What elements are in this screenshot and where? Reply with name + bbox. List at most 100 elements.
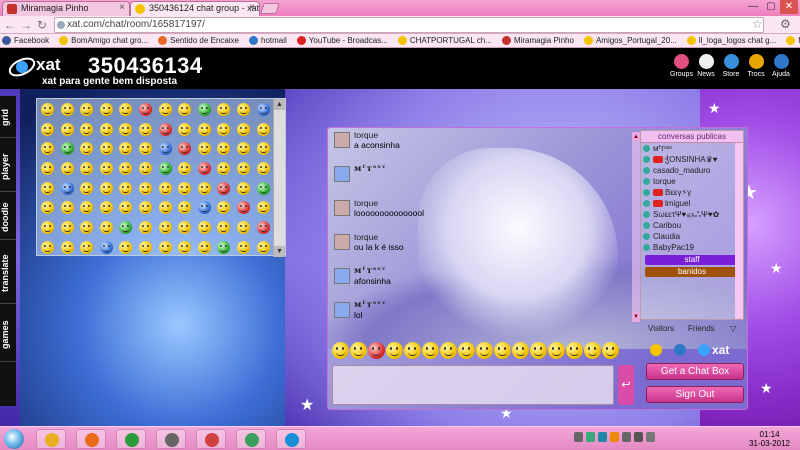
smiley-icon[interactable] — [217, 103, 231, 116]
xat-top-ajuda[interactable]: Ajuda — [770, 54, 792, 78]
emoticon-icon[interactable] — [368, 341, 385, 359]
smiley-icon[interactable] — [119, 162, 133, 176]
visitor-item[interactable]: SωεετΨ♥ஞஃΨ♥✿ — [641, 209, 743, 220]
user-avatar[interactable] — [334, 268, 350, 284]
smiley-icon[interactable] — [256, 142, 270, 156]
side-tab-grid[interactable]: grid — [0, 98, 16, 138]
emoticon-icon[interactable] — [476, 341, 493, 359]
smiley-icon[interactable] — [158, 162, 172, 176]
smiley-icon[interactable] — [80, 181, 94, 195]
smiley-icon[interactable] — [60, 240, 74, 254]
smiley-icon[interactable] — [60, 221, 74, 235]
smiley-icon[interactable] — [99, 201, 113, 215]
smiley-icon[interactable] — [197, 201, 211, 215]
emoticon-icon[interactable] — [566, 341, 583, 359]
user-avatar[interactable] — [334, 302, 350, 318]
browser-tab-gmail[interactable]: Miramagia Pinho × — [2, 1, 130, 16]
bookmark-item[interactable]: família — [786, 36, 800, 45]
smiley-icon[interactable] — [80, 122, 94, 136]
smiley-icon[interactable] — [217, 201, 231, 215]
smiley-icon[interactable] — [60, 201, 74, 215]
smiley-icon[interactable] — [41, 181, 54, 195]
back-button[interactable]: ← — [2, 17, 18, 33]
smiley-icon[interactable] — [236, 201, 250, 215]
smiley-icon[interactable] — [80, 221, 94, 235]
smiley-icon[interactable] — [158, 240, 172, 254]
smiley-icon[interactable] — [197, 181, 211, 195]
tray-icon[interactable] — [598, 432, 607, 442]
maximize-button[interactable]: ▢ — [762, 0, 780, 14]
visitor-section-staff[interactable]: staff — [645, 255, 739, 265]
bookmark-item[interactable]: YouTube - Broadcas... — [296, 36, 388, 45]
emoticon-icon[interactable] — [350, 341, 367, 359]
help-icon[interactable] — [674, 344, 686, 356]
send-button[interactable]: ↩ — [618, 365, 634, 405]
browser-tab-xat[interactable]: 350436124 chat group - xat × — [130, 1, 260, 16]
emoticon-icon[interactable] — [512, 341, 529, 359]
smiley-icon[interactable] — [197, 221, 211, 235]
smiley-icon[interactable] — [99, 181, 113, 195]
smiley-icon[interactable] — [178, 103, 192, 116]
message-author[interactable]: torque — [354, 130, 632, 140]
tray-icon[interactable] — [574, 432, 583, 442]
visitor-item[interactable]: BabyPac19 — [641, 242, 743, 253]
smiley-icon[interactable] — [178, 181, 192, 195]
smiley-icon[interactable] — [99, 162, 113, 176]
smiley-icon[interactable] — [197, 240, 211, 254]
smiley-icon[interactable] — [197, 122, 211, 136]
message-author[interactable]: ᴍᶠᴛˢˢᵛ — [354, 300, 632, 310]
tray-icon[interactable] — [634, 432, 643, 442]
user-avatar[interactable] — [334, 200, 350, 216]
message-scrollbar[interactable]: ▲ ▼ — [632, 132, 640, 322]
start-button[interactable] — [4, 429, 24, 449]
user-avatar[interactable] — [334, 166, 350, 182]
xat-top-groups[interactable]: Groups — [670, 54, 693, 78]
message-author[interactable]: ᴍᶠᴛˢˢᵛ — [354, 164, 632, 174]
sign-out-button[interactable]: Sign Out — [646, 386, 744, 403]
smiley-icon[interactable] — [178, 240, 192, 254]
taskbar-app-paint[interactable] — [196, 429, 226, 449]
smiley-icon[interactable] — [99, 240, 113, 254]
taskbar-app-torrent[interactable] — [236, 429, 266, 449]
smiley-icon[interactable] — [80, 201, 94, 215]
bookmark-item[interactable]: Miramagia Pinho — [501, 36, 574, 45]
smiley-icon[interactable] — [236, 240, 250, 254]
xat-top-trocs[interactable]: Trocs — [745, 54, 767, 78]
smiley-icon[interactable] — [178, 162, 192, 176]
smiley-icon[interactable] — [158, 201, 172, 215]
visitor-item[interactable]: Bεεγ⚡γ — [641, 187, 743, 198]
smiley-icon[interactable] — [60, 142, 74, 156]
smiley-icon[interactable] — [236, 181, 250, 195]
smiley-icon[interactable] — [80, 240, 94, 254]
bookmark-item[interactable]: hotmail — [249, 36, 287, 45]
smiley-icon[interactable] — [80, 142, 94, 156]
smiley-icon[interactable] — [217, 162, 231, 176]
smiley-icon[interactable] — [256, 162, 270, 176]
side-tab-games[interactable]: games — [0, 308, 16, 362]
smiley-icon[interactable] — [60, 103, 74, 116]
smiley-icon[interactable] — [158, 142, 172, 156]
visitor-section-banidos[interactable]: banidos — [645, 267, 739, 277]
taskbar-app-folder[interactable] — [36, 429, 66, 449]
smiley-icon[interactable] — [138, 201, 152, 215]
smiley-icon[interactable] — [119, 201, 133, 215]
smiley-icon[interactable] — [217, 181, 231, 195]
smiley-icon[interactable] — [41, 142, 54, 156]
smiley-icon[interactable] — [41, 201, 54, 215]
emoticon-icon[interactable] — [530, 341, 547, 359]
visitor-item[interactable]: lmiguel — [641, 198, 743, 209]
scroll-down-icon[interactable]: ▼ — [274, 246, 285, 257]
bookmark-item[interactable]: ll_loga_logos chat g... — [686, 36, 776, 45]
smiley-icon[interactable] — [158, 181, 172, 195]
smiley-icon[interactable] — [41, 162, 54, 176]
smiley-icon[interactable] — [197, 142, 211, 156]
smiley-icon[interactable] — [236, 142, 250, 156]
visitor-item[interactable]: Claudia — [641, 231, 743, 242]
smiley-scrollbar[interactable]: ▲ ▼ — [273, 99, 285, 257]
smiley-icon[interactable] — [178, 122, 192, 136]
smiley-icon[interactable] — [236, 122, 250, 136]
smiley-icon[interactable] — [119, 142, 133, 156]
smiley-icon[interactable] — [138, 103, 152, 116]
emoticon-icon[interactable] — [602, 341, 619, 359]
emoticon-icon[interactable] — [386, 341, 403, 359]
